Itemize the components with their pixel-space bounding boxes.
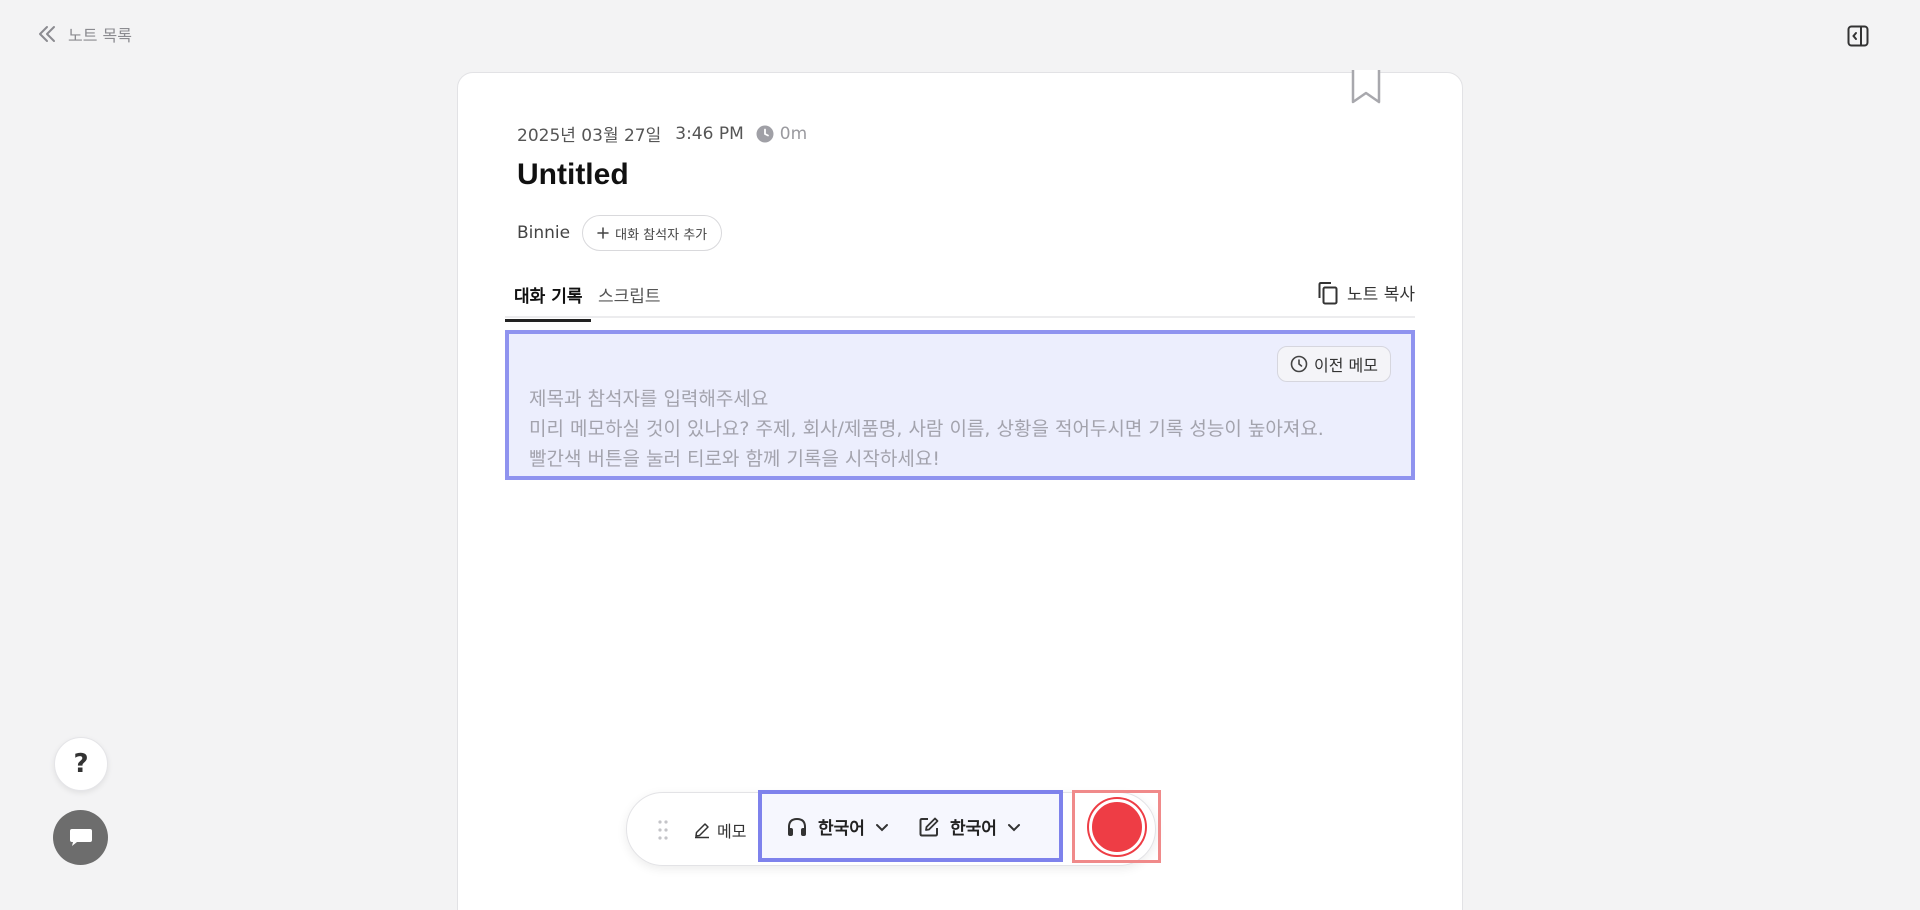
tab-conversation-record[interactable]: 대화 기록: [505, 282, 592, 322]
memo-placeholder-line: 제목과 참석자를 입력해주세요: [529, 388, 769, 410]
add-participant-label: 대화 참석자 추가: [615, 227, 708, 243]
participant-name[interactable]: Binnie: [517, 223, 570, 243]
listen-language-select[interactable]: 한국어: [786, 814, 889, 839]
bookmark-button[interactable]: [1351, 70, 1381, 104]
clock-icon: [756, 125, 774, 142]
sidebar-toggle-icon: [1847, 25, 1869, 47]
previous-memo-label: 이전 메모: [1314, 356, 1378, 375]
note-time: 3:46 PM: [675, 123, 744, 144]
write-language-select[interactable]: 한국어: [918, 814, 1021, 839]
add-participant-button[interactable]: 대화 참석자 추가: [582, 215, 723, 251]
double-chevron-left-icon: [39, 26, 55, 42]
chevron-down-icon: [875, 823, 888, 831]
memo-placeholder: 제목과 참석자를 입력해주세요 미리 메모하실 것이 있나요? 주제, 회사/제…: [529, 384, 1324, 474]
memo-placeholder-line: 빨간색 버튼을 눌러 티로와 함께 기록을 시작하세요!: [529, 448, 940, 470]
write-language-value: 한국어: [950, 819, 997, 839]
note-title[interactable]: Untitled: [517, 158, 629, 192]
drag-handle[interactable]: [657, 819, 669, 845]
headphones-icon: [788, 817, 806, 836]
previous-memo-button[interactable]: 이전 메모: [1277, 346, 1391, 382]
chat-button[interactable]: [53, 810, 108, 865]
memo-placeholder-line: 미리 메모하실 것이 있나요? 주제, 회사/제품명, 사람 이름, 상황을 적…: [529, 418, 1324, 440]
note-date: 2025년 03월 27일: [517, 126, 662, 146]
listen-language-value: 한국어: [818, 819, 865, 839]
copy-note-button[interactable]: 노트 복사: [1317, 280, 1415, 305]
bookmark-icon: [1351, 70, 1381, 104]
note-meta: 2025년 03월 27일 3:46 PM 0m: [517, 121, 807, 147]
memo-input-area[interactable]: 이전 메모 제목과 참석자를 입력해주세요 미리 메모하실 것이 있나요? 주제…: [505, 330, 1415, 480]
drag-dots-icon: [658, 820, 668, 840]
pencil-icon: [695, 823, 709, 839]
record-button-frame: [1072, 790, 1161, 863]
record-button[interactable]: [1089, 799, 1145, 855]
copy-note-label: 노트 복사: [1347, 285, 1415, 305]
edit-note-icon: [919, 817, 939, 836]
language-selector-group: 한국어 한국어: [758, 790, 1063, 862]
back-link-label: 노트 목록: [68, 26, 132, 45]
note-card: [457, 72, 1463, 910]
chat-icon: [69, 828, 92, 846]
history-clock-icon: [1290, 355, 1308, 373]
help-button[interactable]: ?: [54, 737, 108, 791]
note-duration: 0m: [756, 124, 807, 144]
tab-script[interactable]: 스크립트: [589, 282, 670, 319]
note-duration-value: 0m: [779, 123, 808, 144]
memo-button-label: 메모: [717, 822, 747, 841]
participants-row: Binnie 대화 참석자 추가: [517, 215, 723, 251]
back-to-notes-link[interactable]: 노트 목록: [36, 22, 132, 46]
copy-icon: [1318, 281, 1338, 304]
panel-toggle-button[interactable]: [1846, 24, 1870, 48]
plus-icon: [597, 227, 609, 239]
note-tabs: 대화 기록 스크립트 노트 복사: [505, 276, 1415, 322]
memo-button[interactable]: 메모: [693, 818, 746, 842]
chevron-down-icon: [1007, 823, 1020, 831]
